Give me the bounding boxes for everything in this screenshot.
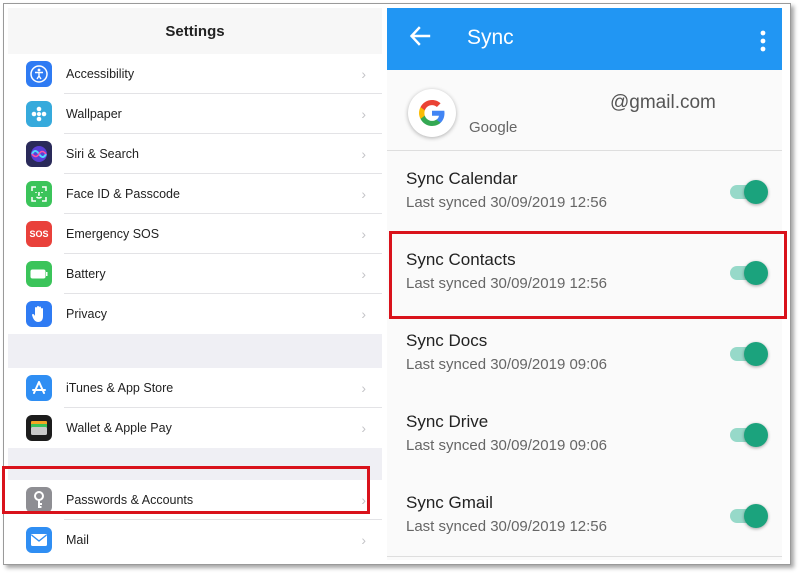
settings-row-accessibility[interactable]: Accessibility › (8, 54, 382, 94)
sync-item-last-synced: Last synced 30/09/2019 09:06 (406, 437, 607, 454)
chevron-right-icon: › (361, 380, 366, 396)
account-type: Google (469, 119, 518, 136)
chevron-right-icon: › (361, 420, 366, 436)
settings-row-label: Wallpaper (66, 107, 122, 121)
account-email: @gmail.com (610, 92, 716, 113)
settings-row-siri-search[interactable]: Siri & Search › (8, 134, 382, 174)
chevron-right-icon: › (361, 266, 366, 282)
page-title: Sync (467, 26, 514, 49)
sync-item-last-synced: Last synced 30/09/2019 12:56 (406, 275, 607, 292)
siri-icon (26, 141, 52, 167)
sos-icon: SOS (26, 221, 52, 247)
app-bar: Sync (387, 8, 782, 70)
sync-row-contacts[interactable]: Sync Contacts Last synced 30/09/2019 12:… (387, 232, 782, 314)
mail-icon (26, 527, 52, 553)
sync-row-drive[interactable]: Sync Drive Last synced 30/09/2019 09:06 (387, 394, 782, 476)
settings-row-label: iTunes & App Store (66, 381, 174, 395)
settings-row-label: Accessibility (66, 67, 135, 81)
wallpaper-icon (26, 101, 52, 127)
settings-row-itunes-app-store[interactable]: iTunes & App Store › (8, 368, 382, 408)
settings-row-mail[interactable]: Mail › (8, 520, 382, 560)
settings-row-battery[interactable]: Battery › (8, 254, 382, 294)
google-logo-icon (408, 89, 456, 137)
settings-row-wallpaper[interactable]: Wallpaper › (8, 94, 382, 134)
privacy-hand-icon (26, 301, 52, 327)
toggle-knob (744, 423, 768, 447)
sync-row-gmail[interactable]: Sync Gmail Last synced 30/09/2019 12:56 (387, 475, 782, 557)
settings-row-privacy[interactable]: Privacy › (8, 294, 382, 334)
sync-item-last-synced: Last synced 30/09/2019 12:56 (406, 518, 607, 535)
wallet-icon (26, 415, 52, 441)
settings-row-label: Passwords & Accounts (66, 493, 194, 507)
face-id-icon (26, 181, 52, 207)
battery-icon (26, 261, 52, 287)
chevron-right-icon: › (361, 492, 366, 508)
sync-toggle-contacts[interactable] (730, 261, 768, 285)
settings-row-emergency-sos[interactable]: SOS Emergency SOS › (8, 214, 382, 254)
toggle-knob (744, 342, 768, 366)
settings-group-general: Accessibility › Wallpaper › Siri & Searc… (8, 54, 382, 334)
sync-toggle-gmail[interactable] (730, 504, 768, 528)
chevron-right-icon: › (361, 306, 366, 322)
toggle-knob (744, 180, 768, 204)
settings-row-label: Emergency SOS (66, 227, 160, 241)
settings-group-accounts: Passwords & Accounts › Mail › (8, 480, 382, 560)
settings-row-face-id[interactable]: Face ID & Passcode › (8, 174, 382, 214)
toggle-knob (744, 261, 768, 285)
chevron-right-icon: › (361, 532, 366, 548)
sync-item-name: Sync Gmail (406, 493, 493, 512)
settings-row-passwords-accounts[interactable]: Passwords & Accounts › (8, 480, 382, 520)
chevron-right-icon: › (361, 106, 366, 122)
sync-toggle-docs[interactable] (730, 342, 768, 366)
key-icon (26, 487, 52, 513)
sync-item-last-synced: Last synced 30/09/2019 12:56 (406, 194, 607, 211)
account-header: @gmail.com Google (387, 70, 782, 151)
more-vert-icon[interactable] (760, 30, 766, 52)
settings-row-label: Wallet & Apple Pay (66, 421, 172, 435)
settings-row-label: Privacy (66, 307, 107, 321)
toggle-knob (744, 504, 768, 528)
sync-item-name: Sync Contacts (406, 250, 516, 269)
settings-group-store: iTunes & App Store › Wallet & Apple Pay … (8, 368, 382, 448)
android-sync-panel: Sync @gmail.com Google Sync Calendar Las… (387, 8, 782, 560)
sync-item-name: Sync Calendar (406, 169, 518, 188)
back-arrow-icon[interactable] (409, 25, 431, 47)
settings-row-label: Siri & Search (66, 147, 139, 161)
ios-settings-panel: Settings Accessibility › Wallpaper › Sir… (8, 8, 382, 560)
app-store-icon (26, 375, 52, 401)
sync-toggle-calendar[interactable] (730, 180, 768, 204)
sync-item-name: Sync Drive (406, 412, 489, 431)
settings-row-wallet-apple-pay[interactable]: Wallet & Apple Pay › (8, 408, 382, 448)
chevron-right-icon: › (361, 66, 366, 82)
chevron-right-icon: › (361, 146, 366, 162)
settings-row-label: Mail (66, 533, 89, 547)
sync-toggle-drive[interactable] (730, 423, 768, 447)
settings-row-label: Face ID & Passcode (66, 187, 180, 201)
settings-row-label: Battery (66, 267, 106, 281)
chevron-right-icon: › (361, 226, 366, 242)
accessibility-icon (26, 61, 52, 87)
chevron-right-icon: › (361, 186, 366, 202)
sync-row-docs[interactable]: Sync Docs Last synced 30/09/2019 09:06 (387, 313, 782, 395)
sync-item-last-synced: Last synced 30/09/2019 09:06 (406, 356, 607, 373)
ios-nav-bar: Settings (8, 8, 382, 55)
sync-row-calendar[interactable]: Sync Calendar Last synced 30/09/2019 12:… (387, 151, 782, 233)
sync-item-name: Sync Docs (406, 331, 488, 350)
page-title: Settings (165, 22, 225, 40)
